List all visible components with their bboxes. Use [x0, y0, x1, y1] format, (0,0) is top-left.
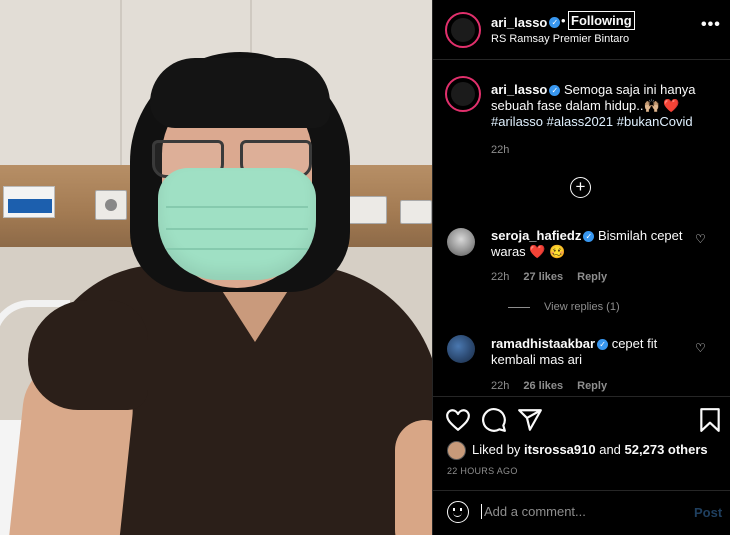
caption-avatar[interactable] — [445, 76, 481, 112]
comment-likes[interactable]: 27 likes — [523, 271, 563, 283]
likes-count[interactable]: 52,273 others — [625, 442, 708, 457]
sleeve — [28, 300, 148, 410]
hair-fringe — [150, 58, 330, 128]
comment-username[interactable]: ramadhistaakbar — [491, 336, 595, 351]
heart-icon[interactable] — [445, 407, 471, 433]
comment-time[interactable]: 22h — [491, 380, 509, 392]
reply-button[interactable]: Reply — [577, 380, 607, 392]
bookmark-icon[interactable] — [697, 407, 723, 433]
face-mask — [158, 168, 316, 280]
comment-meta: 22h 26 likes Reply — [491, 380, 621, 392]
commenter-avatar[interactable] — [447, 228, 475, 256]
caption: ari_lasso ✓ Semoga saja ini hanya sebuah … — [491, 82, 716, 130]
separator-dot: • — [561, 13, 566, 28]
profile-avatar[interactable] — [445, 12, 481, 48]
comment-like-heart-icon[interactable]: ♡ — [695, 232, 706, 246]
comment: seroja_hafiedz ✓ Bismilah cepet waras ❤️ … — [491, 228, 701, 260]
post-photo[interactable] — [0, 0, 432, 535]
wall-seam — [120, 0, 122, 170]
comment-input[interactable] — [481, 504, 681, 519]
likes-middle: and — [595, 442, 625, 457]
wall-outlet — [345, 196, 387, 224]
comment-like-heart-icon[interactable]: ♡ — [695, 341, 706, 355]
arm — [395, 420, 432, 535]
header-username-row: ari_lasso ✓ — [491, 14, 561, 32]
wall-sign — [3, 186, 55, 218]
post-header: ari_lasso ✓ • Following RS Ramsay Premier… — [433, 0, 730, 60]
post-details-panel: ari_lasso ✓ • Following RS Ramsay Premier… — [432, 0, 730, 535]
caption-username[interactable]: ari_lasso — [491, 82, 547, 97]
view-replies-button[interactable]: View replies (1) — [508, 301, 620, 313]
caption-time[interactable]: 22h — [491, 144, 509, 156]
likes-prefix: Liked by — [472, 442, 525, 457]
following-button[interactable]: Following — [568, 11, 635, 30]
location-link[interactable]: RS Ramsay Premier Bintaro — [491, 33, 629, 45]
caption-hashtags[interactable]: #arilasso #alass2021 #bukanCovid — [491, 114, 693, 129]
add-comment-bar: Post — [433, 490, 730, 535]
post-timestamp[interactable]: 22 HOURS AGO — [447, 466, 518, 476]
add-icon[interactable]: + — [570, 177, 591, 198]
wall-outlet — [95, 190, 127, 220]
liker-avatar[interactable] — [447, 441, 466, 460]
comment-icon[interactable] — [481, 407, 507, 433]
likes-summary: Liked by itsrossa910 and 52,273 others — [472, 442, 708, 457]
verified-icon: ✓ — [583, 231, 595, 243]
emoji-icon[interactable] — [447, 501, 469, 523]
header-username[interactable]: ari_lasso — [491, 15, 547, 30]
wall-outlet — [400, 200, 432, 224]
comment-time[interactable]: 22h — [491, 271, 509, 283]
post-button[interactable]: Post — [694, 505, 722, 520]
share-icon[interactable] — [517, 407, 543, 433]
comment-meta: 22h 27 likes Reply — [491, 271, 621, 283]
verified-icon: ✓ — [549, 85, 561, 97]
more-icon[interactable]: ••• — [701, 16, 721, 34]
liker-username[interactable]: itsrossa910 — [524, 442, 596, 457]
post-actions: Liked by itsrossa910 and 52,273 others 2… — [433, 396, 730, 490]
commenter-avatar[interactable] — [447, 335, 475, 363]
verified-icon: ✓ — [597, 339, 609, 351]
comment-username[interactable]: seroja_hafiedz — [491, 228, 581, 243]
comment-likes[interactable]: 26 likes — [523, 380, 563, 392]
verified-icon: ✓ — [549, 17, 561, 29]
comment: ramadhistaakbar ✓ cepet fit kembali mas a… — [491, 336, 701, 368]
reply-button[interactable]: Reply — [577, 271, 607, 283]
